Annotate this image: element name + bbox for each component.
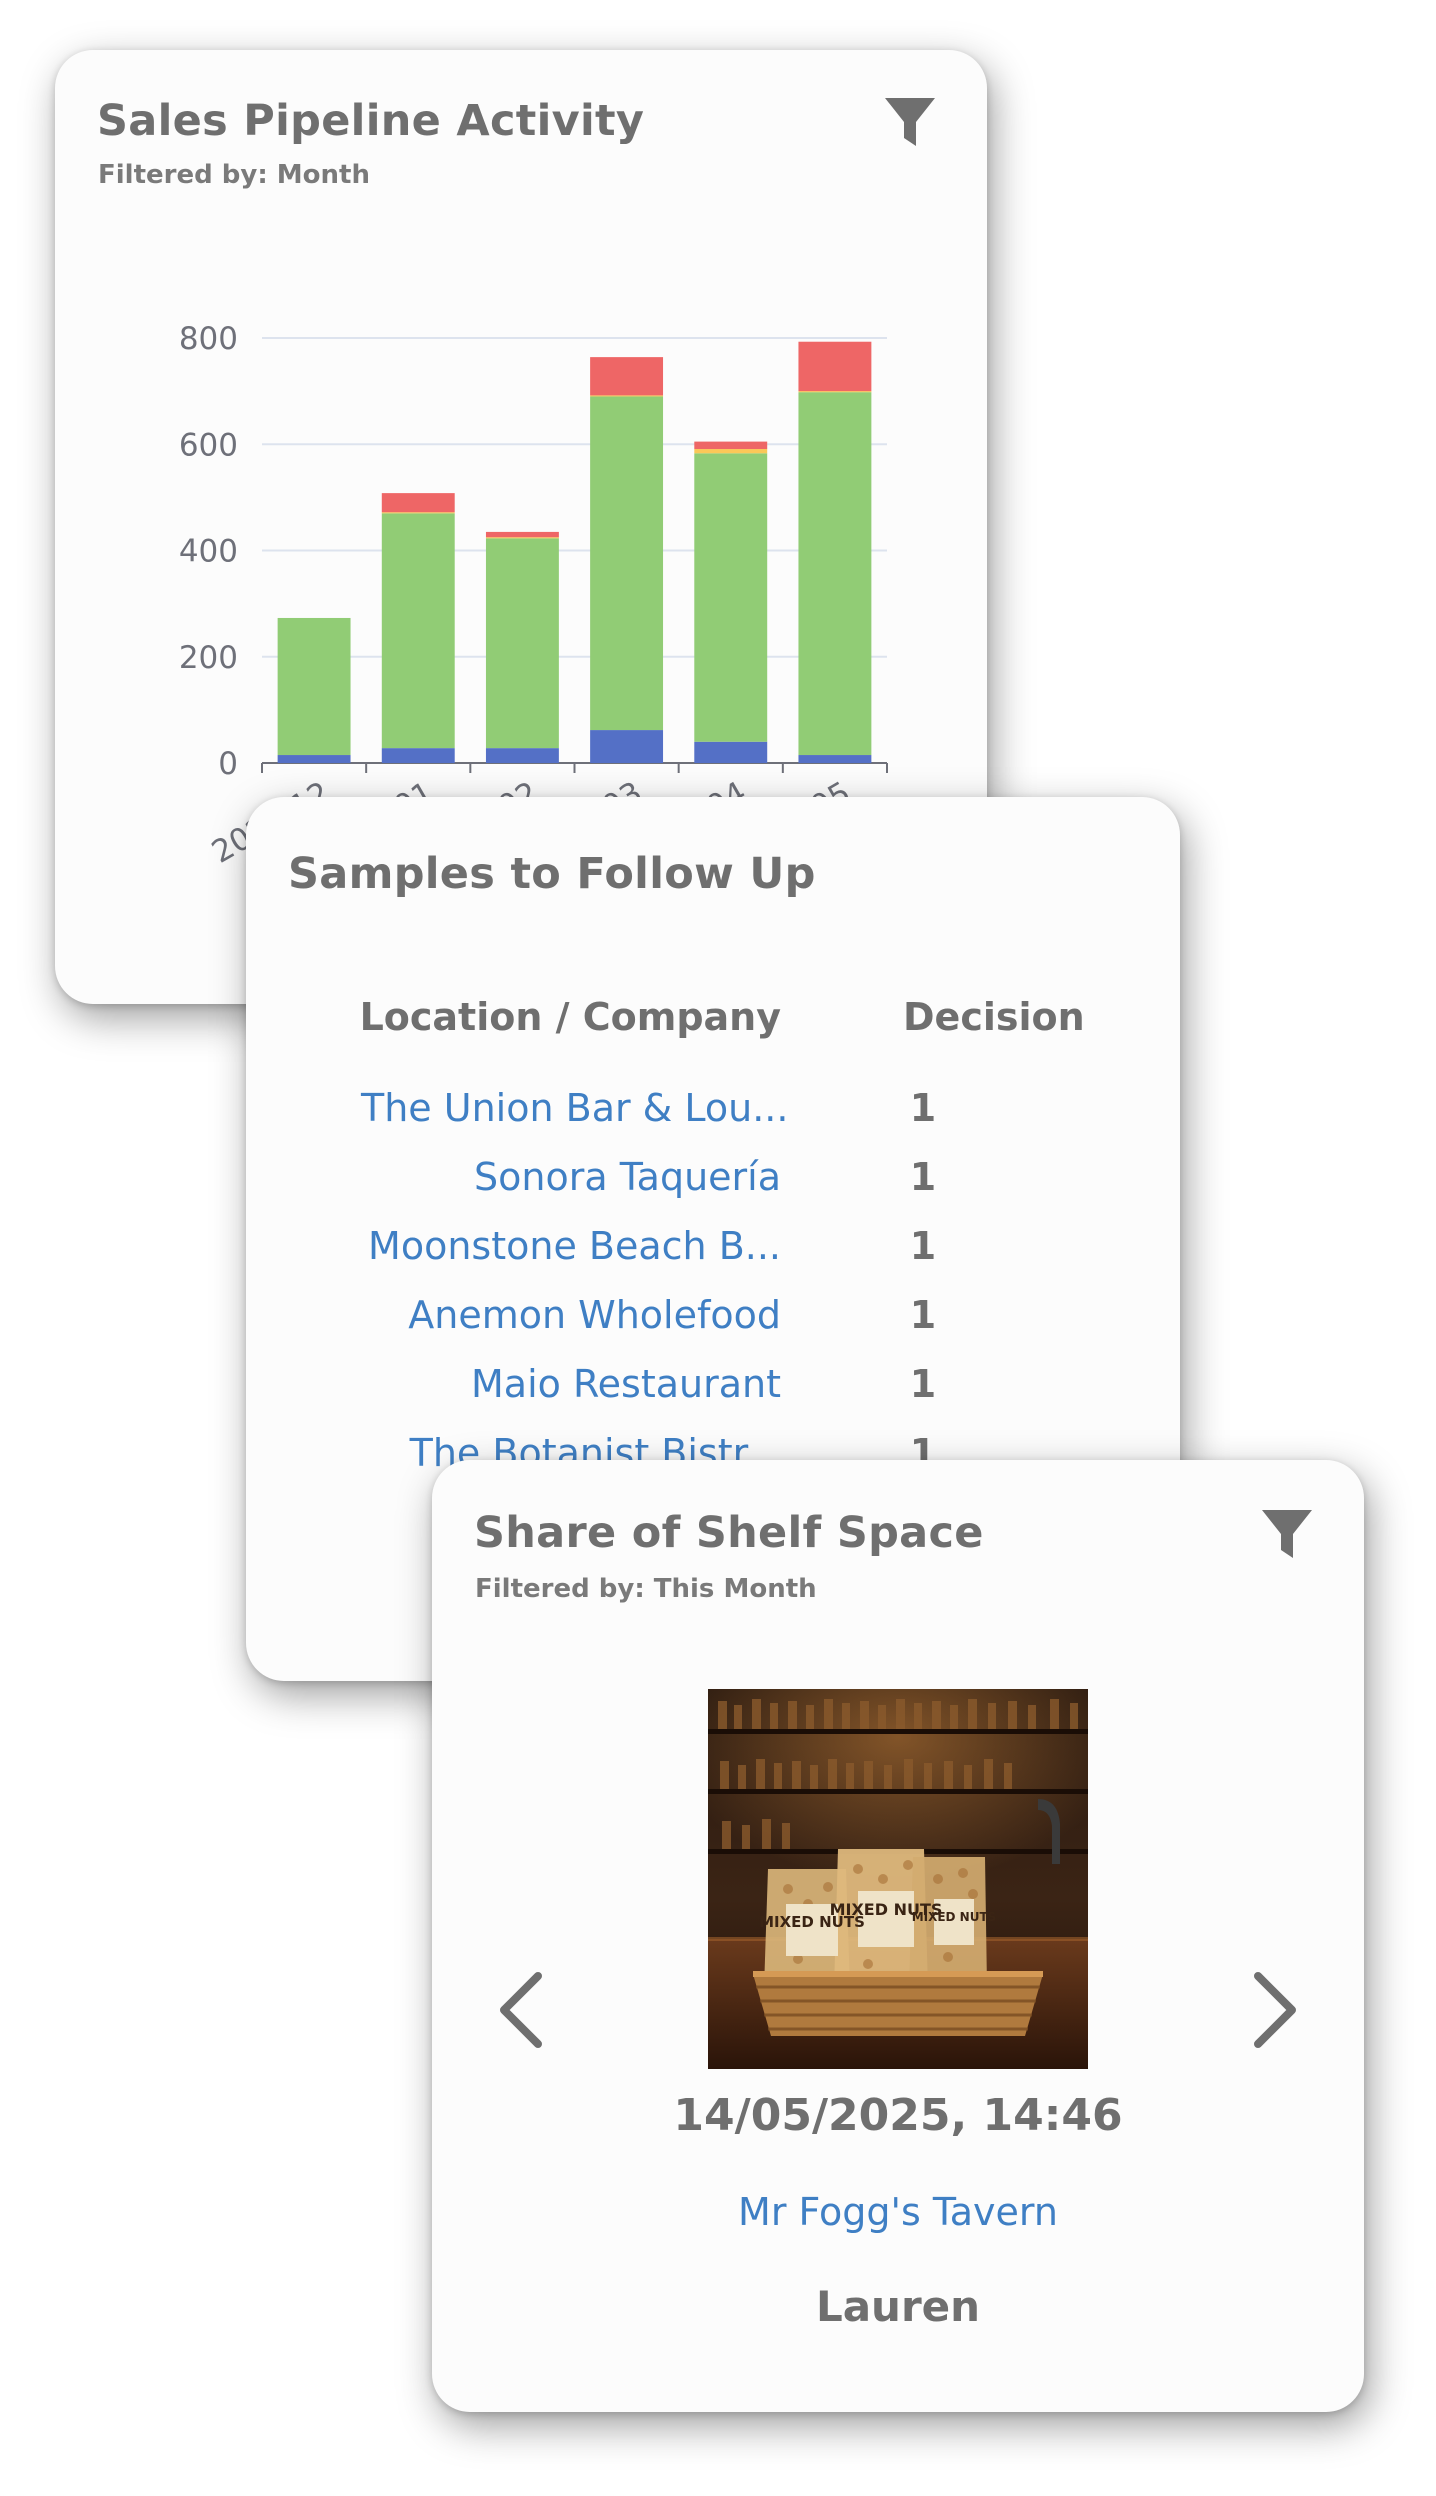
- photo-user: Lauren: [815, 2282, 981, 2331]
- chart-bar-segment: [485, 537, 559, 539]
- chart-bar-segment: [798, 392, 872, 756]
- column-header-location[interactable]: Location / Company: [360, 995, 781, 1039]
- chart-bar-segment: [381, 748, 455, 763]
- chart-bar-segment: [590, 357, 664, 396]
- chart-bar-segment: [798, 755, 872, 763]
- chart-bar-segment: [590, 395, 664, 397]
- chart-bar-segment: [277, 755, 351, 763]
- chart-bar-segment: [798, 341, 872, 392]
- chart-bar-segment: [798, 391, 872, 393]
- sample-decision-value: 1: [909, 1224, 937, 1268]
- chart-bar-segment: [381, 493, 455, 513]
- chart-bar-segment: [381, 512, 455, 514]
- filter-icon[interactable]: [1262, 1510, 1312, 1562]
- chart-bar-segment: [485, 538, 559, 749]
- photo-timestamp: 14/05/2025, 14:46: [673, 2090, 1123, 2141]
- y-tick-label: 600: [179, 427, 238, 463]
- chevron-left-icon[interactable]: [496, 1970, 546, 2050]
- sample-decision-value: 1: [909, 1155, 937, 1199]
- card-title: Share of Shelf Space: [474, 1508, 984, 1558]
- shelf-space-card: Share of Shelf Space Filtered by: This M…: [432, 1460, 1364, 2412]
- chart-bar-segment: [590, 396, 664, 731]
- photo-location-link[interactable]: Mr Fogg's Tavern: [432, 2190, 1364, 2234]
- sample-location-link[interactable]: Moonstone Beach B...: [361, 1224, 781, 1268]
- chart-bar-segment: [277, 617, 351, 756]
- chart-bar-segment: [485, 531, 559, 538]
- sample-decision-value: 1: [909, 1086, 937, 1130]
- chart-bar-segment: [694, 453, 768, 742]
- sample-location-link[interactable]: The Union Bar & Lou...: [361, 1086, 788, 1130]
- shelf-photo[interactable]: MIXED NUTS MIXED NUTS MIXED NUTS: [708, 1689, 1088, 2069]
- card-title: Samples to Follow Up: [288, 849, 816, 899]
- y-tick-label: 0: [218, 746, 238, 782]
- chart-bar-segment: [590, 730, 664, 763]
- chart-bar-segment: [694, 449, 768, 454]
- bag-label-text: MIXED NUTS: [912, 1910, 997, 1924]
- sample-decision-value: 1: [909, 1293, 937, 1337]
- column-header-decision[interactable]: Decision: [903, 995, 1085, 1039]
- sample-location-link[interactable]: Sonora Taquería: [361, 1155, 781, 1199]
- y-tick-label: 800: [179, 321, 238, 357]
- chart-bar-segment: [694, 441, 768, 450]
- chevron-right-icon[interactable]: [1250, 1970, 1300, 2050]
- chart-bar-segment: [485, 748, 559, 763]
- sample-location-link[interactable]: Maio Restaurant: [361, 1362, 781, 1406]
- y-tick-label: 200: [179, 640, 238, 676]
- filter-status: Filtered by: This Month: [475, 1574, 817, 1604]
- chart-bar-segment: [381, 513, 455, 749]
- sample-location-link[interactable]: Anemon Wholefood: [361, 1293, 781, 1337]
- chart-bar-segment: [694, 741, 768, 763]
- y-tick-label: 400: [179, 534, 238, 570]
- sample-decision-value: 1: [909, 1362, 937, 1406]
